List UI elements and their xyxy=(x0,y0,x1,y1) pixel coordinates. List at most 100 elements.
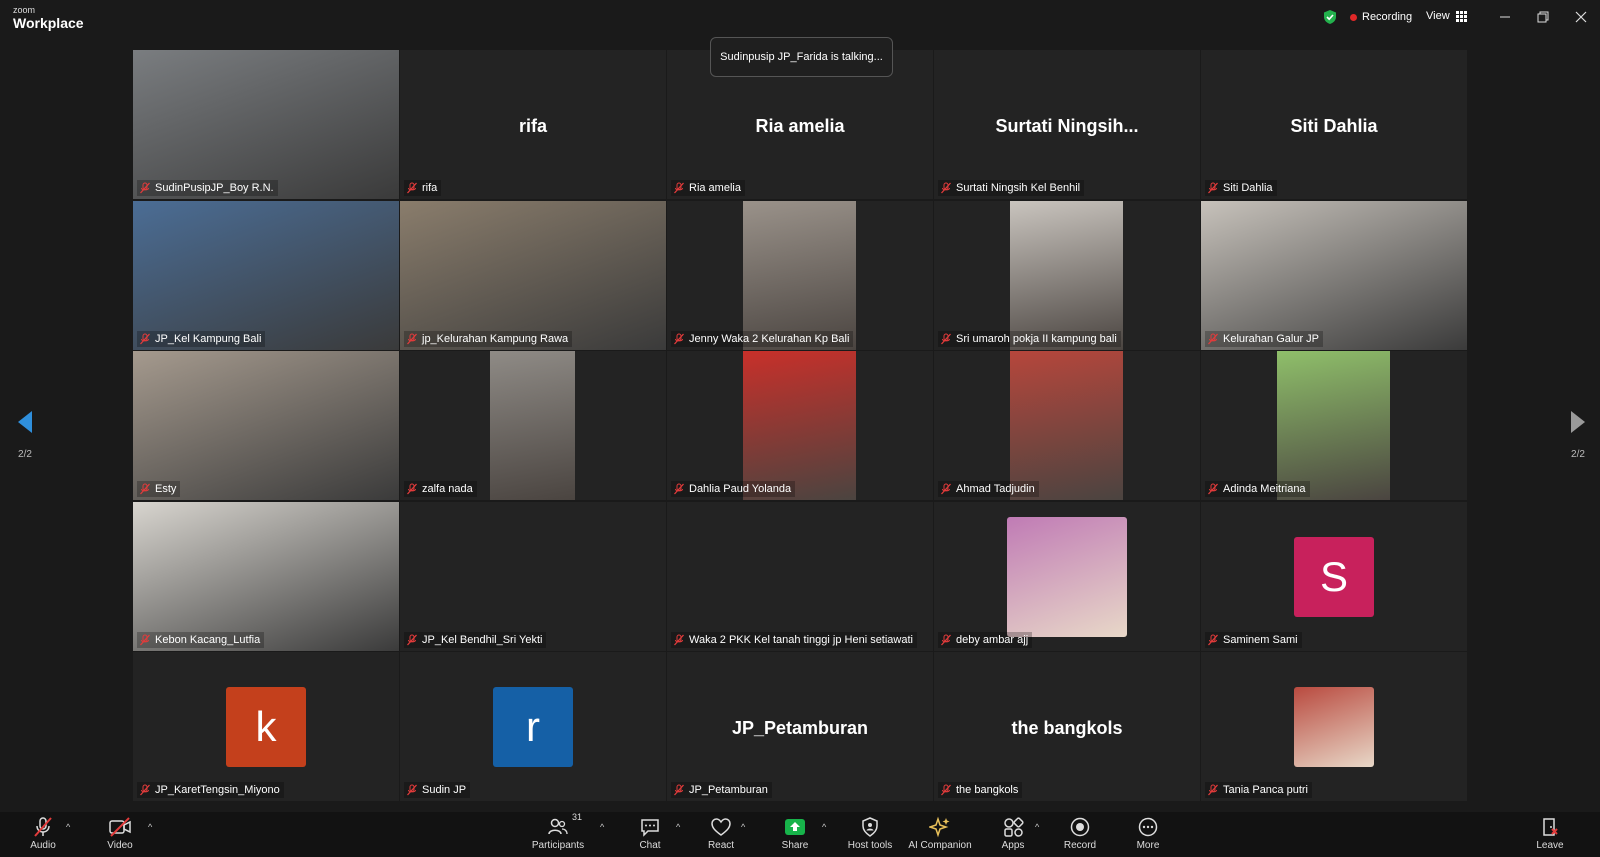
participant-profile-photo xyxy=(1294,687,1374,767)
participant-tile[interactable]: Jenny Waka 2 Kelurahan Kp Bali xyxy=(667,200,933,350)
participant-tile[interactable]: deby ambar ajj xyxy=(934,501,1200,651)
title-bar: zoom Workplace Recording View xyxy=(0,0,1600,36)
more-button[interactable]: More xyxy=(1108,816,1188,851)
participant-name-label: deby ambar ajj xyxy=(938,631,1033,648)
participant-tile[interactable]: Adinda Meitriana xyxy=(1201,351,1467,500)
previous-page-nav[interactable]: 2/2 xyxy=(10,410,40,460)
record-icon xyxy=(1070,817,1090,837)
participant-display-name: Surtati Ningsih... xyxy=(995,116,1139,136)
participant-tile[interactable]: the bangkols the bangkols xyxy=(934,652,1200,801)
mic-muted-icon xyxy=(407,483,417,495)
participant-name: Dahlia Paud Yolanda xyxy=(689,483,792,495)
participant-name-label: Siti Dahlia xyxy=(1205,180,1277,196)
participant-video xyxy=(743,351,856,500)
participant-name-label: Jenny Waka 2 Kelurahan Kp Bali xyxy=(671,330,854,347)
participant-name-label: JP_Kel Kampung Bali xyxy=(137,330,266,347)
participant-name-label: Ahmad Tadjudin xyxy=(938,481,1039,497)
close-icon[interactable] xyxy=(1571,8,1591,26)
video-off-icon xyxy=(109,817,131,837)
audio-label: Audio xyxy=(30,840,56,851)
participant-tile[interactable]: Ahmad Tadjudin xyxy=(934,351,1200,500)
participant-tile[interactable]: Kelurahan Galur JP xyxy=(1201,200,1467,350)
arrow-left-icon[interactable] xyxy=(16,410,34,434)
audio-options-caret-icon[interactable]: ^ xyxy=(66,822,70,832)
participant-tile[interactable]: Waka 2 PKK Kel tanah tinggi jp Heni seti… xyxy=(667,501,933,651)
active-speaker-toast: Sudinpusip JP_Farida is talking... xyxy=(710,37,893,77)
participant-tile[interactable]: JP_Kel Bendhil_Sri Yekti xyxy=(400,501,666,651)
mic-muted-icon xyxy=(140,784,150,796)
participant-name: JP_Kel Kampung Bali xyxy=(155,332,262,345)
participant-video xyxy=(1010,200,1123,350)
heart-icon xyxy=(711,818,731,836)
video-options-caret-icon[interactable]: ^ xyxy=(148,822,152,832)
participant-tile[interactable]: S Saminem Sami xyxy=(1201,501,1467,651)
participants-label: Participants xyxy=(531,840,585,851)
zoom-workplace-logo: zoom Workplace xyxy=(13,6,84,31)
participant-tile[interactable]: Surtati Ningsih... Surtati Ningsih Kel Be… xyxy=(934,50,1200,199)
share-screen-icon xyxy=(785,819,805,835)
participant-name: Kebon Kacang_Lutfia xyxy=(155,633,261,646)
participant-name: Waka 2 PKK Kel tanah tinggi jp Heni seti… xyxy=(689,633,913,646)
share-options-caret-icon[interactable]: ^ xyxy=(822,822,826,832)
minimize-icon[interactable] xyxy=(1495,8,1515,26)
mic-muted-icon xyxy=(941,182,951,194)
participant-display-name: Siti Dahlia xyxy=(1290,116,1378,136)
more-icon xyxy=(1138,817,1158,837)
participant-tile[interactable]: Dahlia Paud Yolanda xyxy=(667,351,933,500)
leave-button[interactable]: Leave xyxy=(1520,816,1580,851)
participant-tile[interactable]: SudinPusipJP_Boy R.N. xyxy=(133,50,399,199)
page-indicator-right: 2/2 xyxy=(1571,449,1585,460)
participants-button[interactable]: Participants xyxy=(518,816,598,851)
ai-companion-label: AI Companion xyxy=(908,840,972,851)
participant-name-label: zalfa nada xyxy=(404,481,477,497)
security-shield-icon[interactable] xyxy=(1322,9,1338,25)
audio-button[interactable]: Audio xyxy=(3,816,83,851)
participant-name-label: Dahlia Paud Yolanda xyxy=(671,481,796,497)
participants-icon xyxy=(548,818,568,835)
participant-tile[interactable]: JP_Petamburan JP_Petamburan xyxy=(667,652,933,801)
participant-tile[interactable]: r Sudin JP xyxy=(400,652,666,801)
participant-name: Ahmad Tadjudin xyxy=(956,483,1035,495)
arrow-right-icon[interactable] xyxy=(1569,410,1587,434)
participant-tile[interactable]: jp_Kelurahan Kampung Rawa xyxy=(400,200,666,350)
recording-indicator[interactable]: Recording xyxy=(1350,11,1412,23)
participant-name: Siti Dahlia xyxy=(1223,182,1273,194)
participants-options-caret-icon[interactable]: ^ xyxy=(600,822,604,832)
mic-muted-icon xyxy=(674,634,684,645)
mic-muted-icon xyxy=(34,817,52,837)
ai-companion-button[interactable]: AI Companion xyxy=(900,816,980,851)
apps-options-caret-icon[interactable]: ^ xyxy=(1035,822,1039,832)
participant-name-label: the bangkols xyxy=(938,782,1023,798)
participant-tile[interactable]: JP_Kel Kampung Bali xyxy=(133,200,399,350)
participant-tile[interactable]: Siti Dahlia Siti Dahlia xyxy=(1201,50,1467,199)
participant-video xyxy=(133,351,399,500)
participant-tile[interactable]: Sri umaroh pokja II kampung bali xyxy=(934,200,1200,350)
participant-video xyxy=(1010,351,1123,500)
view-button[interactable]: View xyxy=(1426,10,1467,22)
react-button[interactable]: React xyxy=(681,816,761,851)
participant-name: Kelurahan Galur JP xyxy=(1223,332,1319,345)
host-tools-button[interactable]: Host tools xyxy=(830,816,910,851)
restore-icon[interactable] xyxy=(1533,8,1553,26)
chat-label: Chat xyxy=(639,840,661,851)
participant-tile[interactable]: Esty xyxy=(133,351,399,500)
mic-muted-icon xyxy=(941,333,951,344)
chat-options-caret-icon[interactable]: ^ xyxy=(676,822,680,832)
participant-name: deby ambar ajj xyxy=(956,633,1029,646)
mic-muted-icon xyxy=(1208,634,1218,645)
participant-video xyxy=(1201,200,1467,350)
participant-name: JP_Kel Bendhil_Sri Yekti xyxy=(422,633,543,646)
next-page-nav[interactable]: 2/2 xyxy=(1563,410,1593,460)
participant-name: Sri umaroh pokja II kampung bali xyxy=(956,332,1117,345)
participant-name: Ria amelia xyxy=(689,182,741,194)
participant-tile[interactable]: Tania Panca putri xyxy=(1201,652,1467,801)
participant-avatar: S xyxy=(1294,536,1374,617)
participant-tile[interactable]: rifa rifa xyxy=(400,50,666,199)
participant-tile[interactable]: zalfa nada xyxy=(400,351,666,500)
participant-tile[interactable]: Kebon Kacang_Lutfia xyxy=(133,501,399,651)
react-options-caret-icon[interactable]: ^ xyxy=(741,822,745,832)
mic-muted-icon xyxy=(1208,483,1218,495)
leave-label: Leave xyxy=(1536,840,1564,851)
participant-tile[interactable]: k JP_KaretTengsin_Miyono xyxy=(133,652,399,801)
mic-muted-icon xyxy=(941,784,951,796)
